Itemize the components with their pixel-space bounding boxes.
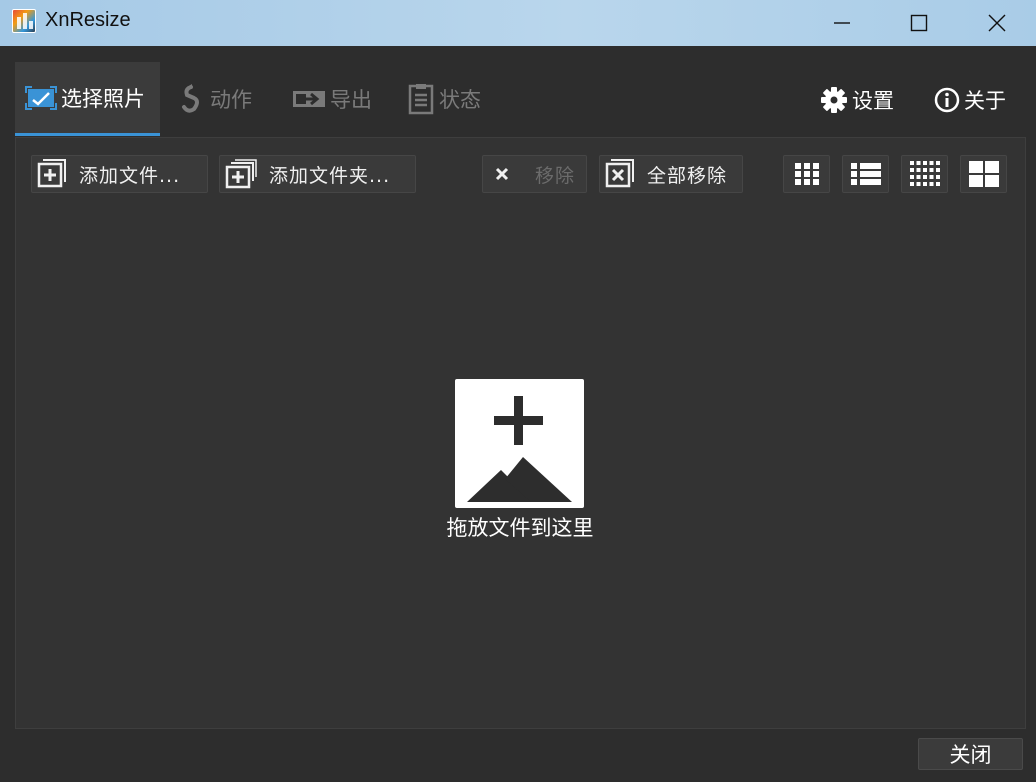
remove-all-button[interactable]: 全部移除 [599,155,743,193]
large-thumbnails-view-icon [968,161,999,187]
about-button[interactable]: 关于 [934,84,1006,116]
tiny-thumbnails-view-button[interactable] [901,155,948,193]
info-icon [934,87,960,113]
settings-button[interactable]: 设置 [820,84,894,116]
add-folder-icon [225,159,257,189]
add-file-icon [37,159,67,189]
gear-icon [820,86,848,114]
small-thumbnails-view-icon [794,163,819,185]
remove-all-icon [605,159,635,189]
maximize-icon [910,14,928,32]
small-thumbnails-view-button[interactable] [783,155,830,193]
actions-icon [180,83,206,115]
add-folder-label: 添加文件夹... [269,164,391,187]
remove-all-label: 全部移除 [647,164,728,187]
minimize-icon [834,22,850,24]
tab-actions-label: 动作 [210,88,252,112]
close-button[interactable]: 关闭 [918,738,1023,770]
remove-icon [495,167,509,181]
close-icon [988,14,1006,32]
tab-export-label: 导出 [330,88,372,112]
tiny-thumbnails-view-icon [909,161,940,186]
app-icon [12,9,36,33]
status-icon [407,83,435,115]
tab-status-label: 状态 [439,88,481,112]
list-view-icon [850,163,881,185]
tab-select-photos[interactable]: 选择照片 [15,62,160,136]
maximize-button[interactable] [890,0,948,46]
remove-label: 移除 [535,164,576,187]
export-icon [292,88,326,110]
select-photos-icon [25,85,57,111]
tab-actions[interactable]: 动作 [180,62,270,136]
about-label: 关于 [964,89,1006,113]
remove-button[interactable]: 移除 [482,155,587,193]
title-bar[interactable]: XnResize [0,0,1036,46]
add-folder-button[interactable]: 添加文件夹... [219,155,416,193]
list-view-button[interactable] [842,155,889,193]
add-files-label: 添加文件... [79,164,181,187]
large-thumbnails-view-button[interactable] [960,155,1007,193]
tab-status[interactable]: 状态 [407,62,497,136]
drop-zone-icon[interactable] [455,379,584,508]
drop-zone-label: 拖放文件到这里 [446,516,594,540]
tab-select-photos-label: 选择照片 [61,86,145,111]
add-image-icon [467,396,572,502]
settings-label: 设置 [852,89,894,113]
window-title: XnResize [45,9,131,31]
minimize-button[interactable] [813,0,871,46]
tab-export[interactable]: 导出 [292,62,392,136]
add-files-button[interactable]: 添加文件... [31,155,208,193]
close-window-button[interactable] [968,0,1026,46]
